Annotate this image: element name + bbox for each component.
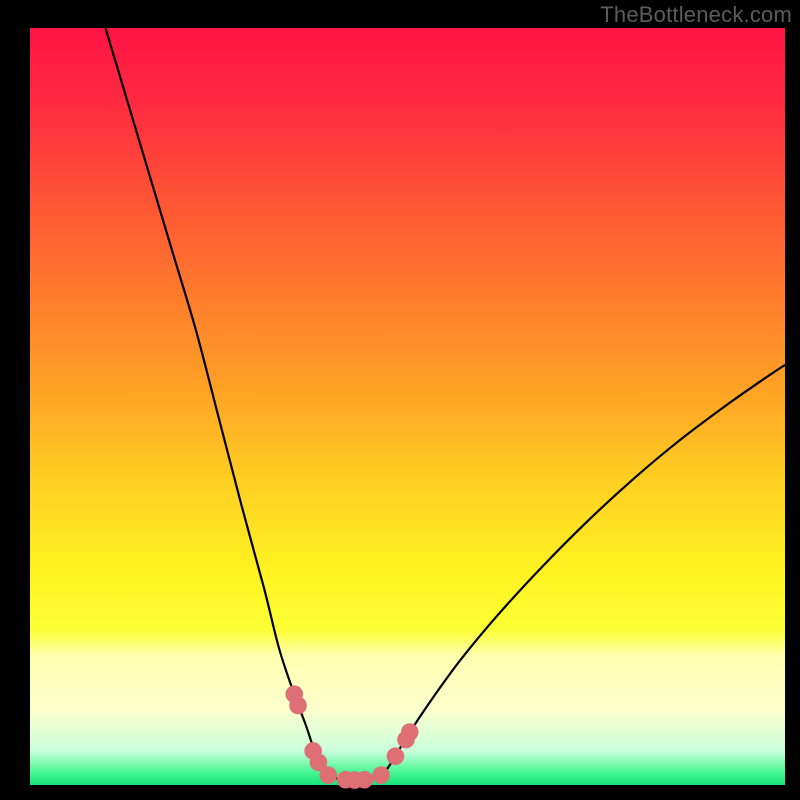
watermark-text: TheBottleneck.com xyxy=(600,2,792,28)
curve-marker xyxy=(289,697,307,715)
curve-marker xyxy=(387,747,405,765)
plot-background xyxy=(30,28,785,785)
curve-marker xyxy=(372,766,390,784)
chart-frame: TheBottleneck.com xyxy=(0,0,800,800)
curve-marker xyxy=(356,771,374,789)
curve-marker xyxy=(319,766,337,784)
bottleneck-chart xyxy=(0,0,800,800)
curve-marker xyxy=(401,723,419,741)
